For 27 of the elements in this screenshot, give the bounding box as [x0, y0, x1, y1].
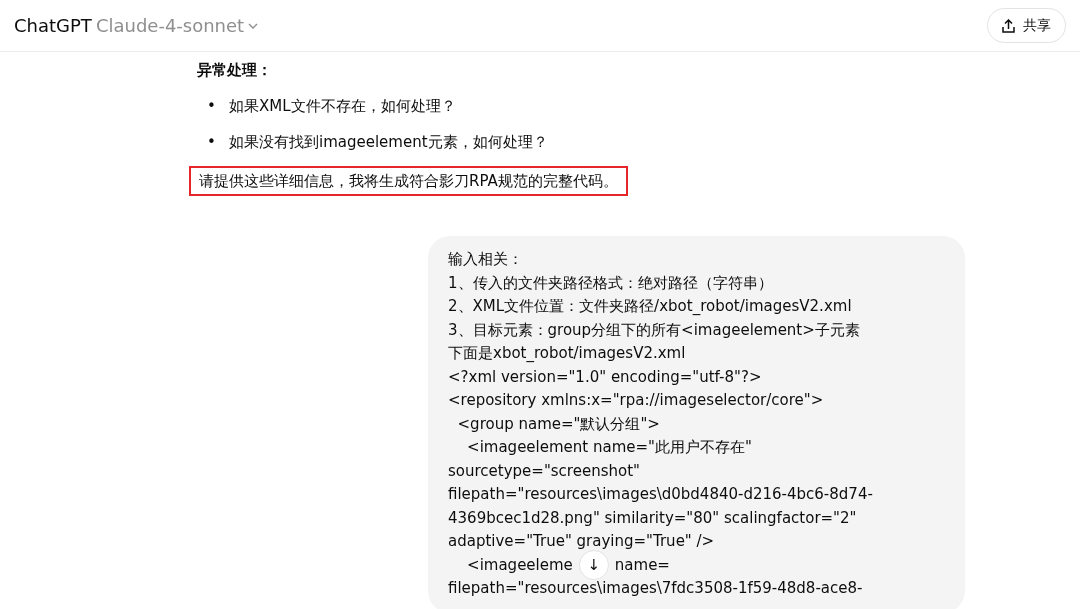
code-line: 下面是xbot_robot/imagesV2.xml: [448, 343, 687, 364]
scroll-down-button[interactable]: ↓: [578, 550, 609, 581]
list-item: 如果没有找到imageelement元素，如何处理？: [229, 132, 548, 152]
chevron-down-icon: [248, 22, 259, 29]
code-line: 4369bcec1d28.png" similarity="80" scalingfactor="2": [448, 507, 858, 529]
code-line: 输入相关：: [448, 249, 524, 270]
code-line: adaptive="True" graying="True" />: [448, 531, 716, 552]
code-line: sourcetype="screenshot": [448, 460, 641, 482]
code-line: <repository xmlns:x="rpa://imageselector/core">: [448, 390, 825, 411]
code-line: filepath="resources\images\7fdc3508-1f59-48d8-ace8-: [448, 578, 864, 599]
bullet: •: [207, 132, 217, 152]
code-line: <?xml version="1.0" encoding="utf-8"?>: [448, 366, 763, 388]
bullet: •: [207, 96, 217, 116]
code-line: filepath="resources\images\d0bd4840-d216-4bc6-8d74-: [448, 484, 874, 505]
paragraph: 请提供这些详细信息，我将生成符合影刀RPA规范的完整代码。: [189, 166, 628, 196]
code-line: <imageelement name="此用户不存在": [466, 437, 753, 458]
code-line: <group name="默认分组">: [456, 413, 661, 435]
list-item: 如果XML文件不存在，如何处理？: [229, 96, 456, 116]
code-line: name=: [614, 554, 670, 576]
code-line: 2、XML文件位置：文件夹路径/xbot_robot/imagesV2.xml: [448, 296, 853, 317]
section-heading: 异常处理：: [197, 60, 273, 80]
code-line: 3、目标元素：group分组下的所有<imageelement>子元素: [448, 319, 861, 341]
app-title: ChatGPT: [14, 14, 92, 38]
code-line: 1、传入的文件夹路径格式：绝对路径（字符串）: [448, 272, 774, 294]
code-line: <imageeleme: [466, 554, 573, 576]
upload-icon: [1002, 18, 1015, 33]
share-button[interactable]: 共享: [987, 8, 1066, 43]
